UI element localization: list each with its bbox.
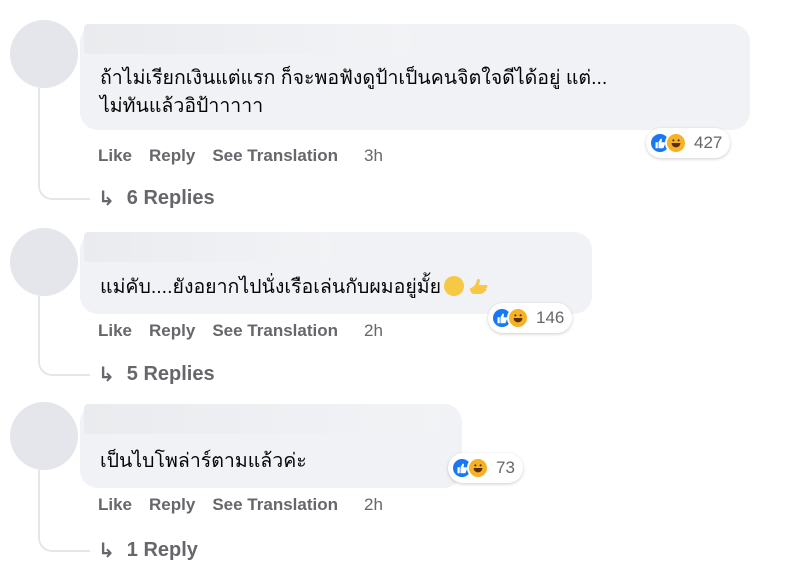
comment-text: เป็นไบโพล่าร์ตามแล้วค่ะ <box>100 447 442 475</box>
haha-reaction-icon <box>467 457 489 479</box>
reaction-summary[interactable]: 427 <box>646 128 731 158</box>
reply-arrow-icon: ↳ <box>98 188 115 210</box>
comment-bubble: แม่คับ....ยังอยากไปนั่งเรือเล่นกับผมอยู่… <box>80 232 592 314</box>
author-name-blurred[interactable] <box>84 232 330 262</box>
comment-timestamp[interactable]: 2h <box>364 495 383 515</box>
view-replies-button[interactable]: ↳ 6 Replies <box>98 186 215 211</box>
comment-actions: Like Reply See Translation 3h <box>98 146 400 166</box>
comment-timestamp[interactable]: 2h <box>364 321 383 341</box>
comment-text-line: ไม่ทันแล้วอิป้าาาาา <box>100 95 264 117</box>
replies-count-label: 5 Replies <box>126 363 215 385</box>
comment-text: แม่คับ....ยังอยากไปนั่งเรือเล่นกับผมอยู่… <box>100 273 572 304</box>
pointing-hand-icon <box>468 276 490 304</box>
comment-bubble: ถ้าไม่เรียกเงินแต่แรก ก็จะพอฟังดูป้าเป็น… <box>80 24 750 130</box>
author-name-blurred[interactable] <box>84 24 410 54</box>
haha-reaction-icon <box>665 132 687 154</box>
smirk-face-icon <box>444 276 465 296</box>
comment-actions: Like Reply See Translation 2h <box>98 321 400 341</box>
comment-text-line: แม่คับ....ยังอยากไปนั่งเรือเล่นกับผมอยู่… <box>100 276 442 298</box>
reply-button[interactable]: Reply <box>149 146 195 166</box>
comment-text-line: ถ้าไม่เรียกเงินแต่แรก ก็จะพอฟังดูป้าเป็น… <box>100 67 608 89</box>
reply-button[interactable]: Reply <box>149 495 195 515</box>
replies-count-label: 6 Replies <box>126 187 215 209</box>
reaction-summary[interactable]: 146 <box>488 303 573 333</box>
author-name-blurred[interactable] <box>84 404 440 434</box>
avatar[interactable] <box>10 402 78 470</box>
comment-actions: Like Reply See Translation 2h <box>98 495 400 515</box>
reaction-count: 73 <box>496 458 515 477</box>
see-translation-link[interactable]: See Translation <box>212 495 338 515</box>
reply-arrow-icon: ↳ <box>98 540 115 562</box>
thread-connector <box>38 150 90 200</box>
reaction-count: 427 <box>694 133 723 152</box>
reaction-count: 146 <box>536 308 565 327</box>
comment-bubble: เป็นไบโพล่าร์ตามแล้วค่ะ <box>80 404 462 488</box>
see-translation-link[interactable]: See Translation <box>212 146 338 166</box>
like-button[interactable]: Like <box>98 495 132 515</box>
thread-connector <box>38 500 90 552</box>
see-translation-link[interactable]: See Translation <box>212 321 338 341</box>
comment-text: ถ้าไม่เรียกเงินแต่แรก ก็จะพอฟังดูป้าเป็น… <box>100 64 730 120</box>
comment-text-line: เป็นไบโพล่าร์ตามแล้วค่ะ <box>100 450 307 472</box>
reply-arrow-icon: ↳ <box>98 364 115 386</box>
avatar[interactable] <box>10 20 78 88</box>
avatar[interactable] <box>10 228 78 296</box>
replies-count-label: 1 Reply <box>126 539 198 561</box>
reaction-summary[interactable]: 73 <box>448 453 523 483</box>
like-button[interactable]: Like <box>98 146 132 166</box>
haha-reaction-icon <box>507 307 529 329</box>
thread-connector <box>38 326 90 376</box>
comment-timestamp[interactable]: 3h <box>364 146 383 166</box>
view-replies-button[interactable]: ↳ 5 Replies <box>98 362 215 387</box>
reply-button[interactable]: Reply <box>149 321 195 341</box>
like-button[interactable]: Like <box>98 321 132 341</box>
view-replies-button[interactable]: ↳ 1 Reply <box>98 538 198 563</box>
